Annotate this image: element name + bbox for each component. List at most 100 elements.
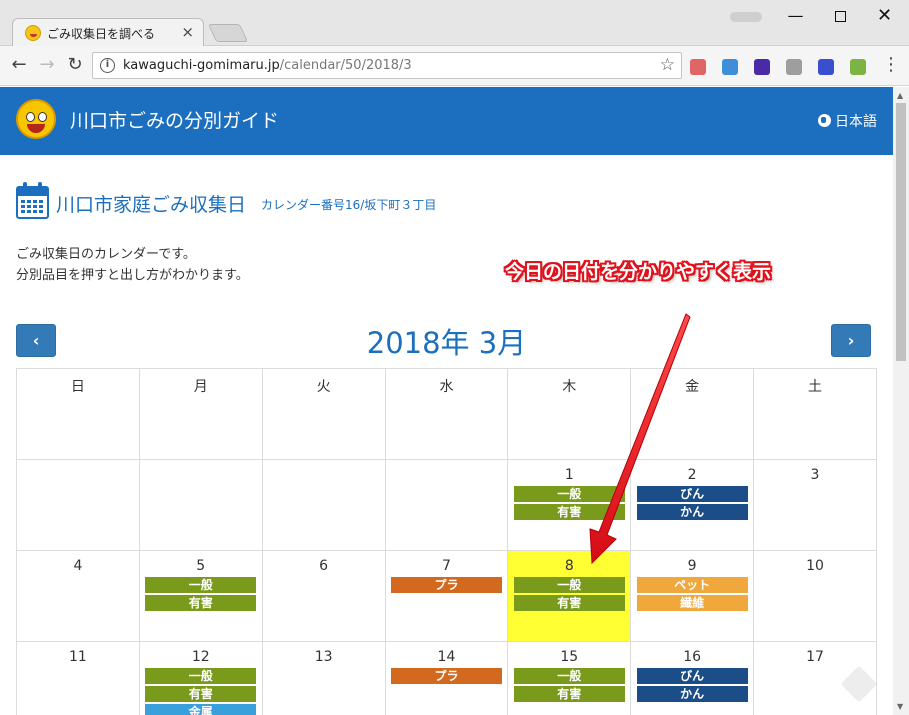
next-month-button[interactable]: ›	[831, 324, 871, 357]
window-minimize-button[interactable]: —	[773, 2, 818, 30]
language-switch[interactable]: 日本語	[818, 111, 877, 131]
calendar-day-cell: 14 プラ	[384, 641, 509, 715]
info-icon[interactable]: i	[100, 58, 115, 73]
calendar-day-cell: 9 ペット繊維	[630, 550, 755, 642]
mascot-logo-icon[interactable]	[16, 99, 56, 139]
weekday-label: 木	[562, 379, 577, 395]
extension-icon[interactable]	[818, 59, 834, 75]
site-title[interactable]: 川口市ごみの分別ガイド	[70, 106, 279, 133]
waste-category-hazard[interactable]: 有害	[513, 504, 625, 520]
browser-menu-icon[interactable]: ⋮	[882, 54, 900, 76]
language-label: 日本語	[835, 114, 877, 130]
day-number: 8	[564, 558, 574, 574]
calendar-day-cell: 8 一般有害	[507, 550, 632, 642]
calendar-day-cell: 2 びん かん	[630, 459, 755, 551]
chevron-right-icon: ›	[847, 331, 855, 350]
waste-category-general[interactable]: 一般	[513, 577, 625, 593]
description-line-1: ごみ収集日のカレンダーです。	[16, 247, 196, 262]
waste-category-can[interactable]: かん	[636, 504, 748, 520]
waste-category-hazard[interactable]: 有害	[145, 595, 257, 611]
weekday-label: 金	[685, 379, 700, 395]
waste-category-general[interactable]: 一般	[145, 577, 257, 593]
page-scrollbar[interactable]: ▲ ▼	[893, 87, 909, 715]
forward-arrow-icon[interactable]: →	[36, 54, 58, 76]
browser-tabstrip: ごみ収集日を調べる × — ✕	[0, 0, 909, 47]
site-favicon-icon	[25, 25, 41, 41]
day-number: 10	[806, 558, 824, 574]
weekday-header-cell: 木	[507, 368, 632, 460]
calendar-day-cell: 7 プラ	[384, 550, 509, 642]
waste-category-pet[interactable]: ペット	[636, 577, 748, 593]
weekday-header-cell: 土	[753, 368, 877, 460]
day-number: 1	[564, 467, 574, 483]
scroll-up-icon[interactable]: ▲	[897, 91, 903, 100]
bookmark-star-icon[interactable]: ☆	[660, 55, 675, 75]
extension-icon[interactable]	[786, 59, 802, 75]
calendar-day-cell	[138, 459, 263, 551]
reload-icon[interactable]: ↻	[64, 54, 86, 76]
waste-category-plastic[interactable]: プラ	[390, 577, 502, 593]
address-bar[interactable]: i kawaguchi-gomimaru.jp/calendar/50/2018…	[92, 52, 682, 79]
tab-close-icon[interactable]: ×	[181, 23, 194, 41]
weekday-label: 日	[70, 379, 85, 395]
calendar-day-cell: 11	[16, 641, 140, 715]
calendar-day-cell: 6	[261, 550, 386, 642]
weekday-label: 土	[807, 379, 822, 395]
calendar-day-cell	[16, 459, 140, 551]
extension-icon[interactable]	[690, 59, 706, 75]
extension-icon[interactable]	[722, 59, 738, 75]
day-number: 9	[687, 558, 697, 574]
page-viewport: 川口市ごみの分別ガイド 日本語 川口市家庭ごみ収集日 カレンダー番号16/坂下町…	[0, 87, 893, 715]
waste-category-bottle[interactable]: びん	[636, 486, 748, 502]
calendar-day-cell: 10	[753, 550, 877, 642]
browser-tab-active[interactable]: ごみ収集日を調べる ×	[12, 18, 204, 47]
globe-icon	[818, 114, 831, 127]
waste-category-general[interactable]: 一般	[513, 486, 625, 502]
day-number: 6	[319, 558, 329, 574]
weekday-label: 月	[193, 379, 208, 395]
weekday-label: 水	[439, 379, 454, 395]
waste-category-hazard[interactable]: 有害	[145, 686, 257, 702]
day-number	[140, 467, 262, 484]
window-maximize-button[interactable]	[818, 2, 863, 30]
day-number: 3	[810, 467, 820, 483]
waste-category-fiber[interactable]: 繊維	[636, 595, 748, 611]
waste-category-general[interactable]: 一般	[145, 668, 257, 684]
tab-title: ごみ収集日を調べる	[47, 27, 156, 41]
calendar-day-cell: 15 一般 有害	[507, 641, 632, 715]
day-number: 12	[191, 649, 210, 665]
url-path: /calendar/50/2018/3	[279, 58, 412, 73]
waste-category-metal[interactable]: 金属	[145, 704, 257, 715]
weekday-header-cell: 月	[138, 368, 263, 460]
calendar-day-cell: 12 一般有害金属	[138, 641, 263, 715]
waste-category-bottle[interactable]: びん	[636, 668, 748, 684]
month-title: 2018年 3月	[366, 326, 527, 360]
waste-category-hazard[interactable]: 有害	[513, 686, 625, 702]
profile-name[interactable]	[730, 12, 762, 22]
waste-category-plastic[interactable]: プラ	[390, 668, 502, 684]
calendar-day-cell: 16 びんかん	[630, 641, 755, 715]
collection-calendar: 日月火水木金土 1 一般 有害 2 びん かん 3 4 5 一般 有害 6 7 プラ 8 一般 有害 9 ペット 繊維 1…	[16, 368, 877, 715]
day-number: 16	[683, 649, 702, 665]
calendar-week-row: 11 12 一般 有害 金属 13 14 プラ 15 一般 有害 16 びん かん 17	[16, 641, 877, 715]
weekday-header-cell: 水	[384, 368, 509, 460]
scroll-down-icon[interactable]: ▼	[897, 702, 903, 711]
scroll-thumb[interactable]	[896, 103, 906, 361]
back-arrow-icon[interactable]: ←	[8, 54, 30, 76]
calendar-day-cell	[261, 459, 386, 551]
calendar-week-row: 1 一般 有害 2 びん かん 3	[16, 459, 877, 551]
browser-toolbar: ← → ↻ i kawaguchi-gomimaru.jp/calendar/5…	[0, 46, 909, 86]
waste-category-hazard[interactable]: 有害	[513, 595, 625, 611]
calendar-day-cell: 13	[261, 641, 386, 715]
url-text[interactable]: kawaguchi-gomimaru.jp/calendar/50/2018/3	[123, 58, 412, 73]
extension-icon[interactable]	[850, 59, 866, 75]
day-number	[17, 467, 139, 484]
waste-category-can[interactable]: かん	[636, 686, 748, 702]
window-close-button[interactable]: ✕	[862, 2, 907, 30]
new-tab-button[interactable]	[207, 24, 249, 42]
weekday-header-cell: 火	[261, 368, 386, 460]
waste-category-general[interactable]: 一般	[513, 668, 625, 684]
weekday-header-cell: 金	[630, 368, 755, 460]
calendar-day-cell	[384, 459, 509, 551]
extension-icon[interactable]	[754, 59, 770, 75]
